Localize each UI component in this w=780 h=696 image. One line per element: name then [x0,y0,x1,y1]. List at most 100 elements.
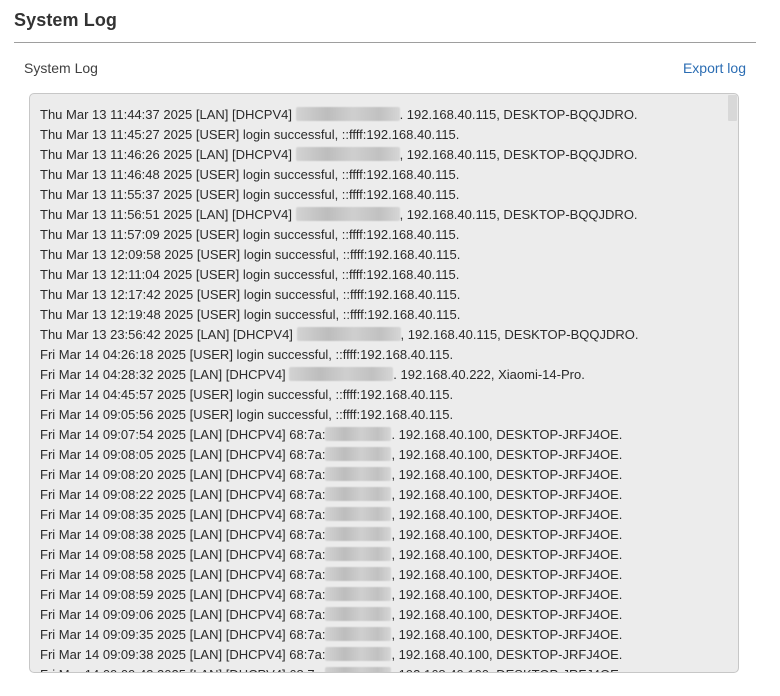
log-line-suffix: , 192.168.40.115, DESKTOP-BQQJDRO. [399,207,638,222]
log-line-text: Fri Mar 14 09:08:20 2025 [LAN] [DHCPV4] … [40,467,326,482]
log-line-text: Thu Mar 13 23:56:42 2025 [LAN] [DHCPV4] [40,327,297,342]
redacted-mac-address [325,507,392,521]
log-line-text: Fri Mar 14 09:09:35 2025 [LAN] [DHCPV4] … [40,627,326,642]
log-line: Thu Mar 13 11:45:27 2025 [USER] login su… [40,125,724,145]
log-line: Thu Mar 13 11:57:09 2025 [USER] login su… [40,225,724,245]
system-log-textarea[interactable]: Thu Mar 13 11:44:37 2025 [LAN] [DHCPV4] … [29,93,739,673]
log-line: Fri Mar 14 09:09:38 2025 [LAN] [DHCPV4] … [40,645,724,665]
log-line: Thu Mar 13 23:56:42 2025 [LAN] [DHCPV4] … [40,325,724,345]
log-line-text: Fri Mar 14 04:45:57 2025 [USER] login su… [40,387,454,402]
log-line: Thu Mar 13 12:17:42 2025 [USER] login su… [40,285,724,305]
log-line-text: Fri Mar 14 09:09:38 2025 [LAN] [DHCPV4] … [40,647,326,662]
log-scrollbar[interactable] [726,94,738,672]
log-line-text: Fri Mar 14 09:05:56 2025 [USER] login su… [40,407,454,422]
log-line-text: Thu Mar 13 12:09:58 2025 [USER] login su… [40,247,461,262]
redacted-mac-address [295,147,400,161]
log-line: Thu Mar 13 11:46:26 2025 [LAN] [DHCPV4] … [40,145,724,165]
log-line-suffix: , 192.168.40.100, DESKTOP-JRFJ4OE. [391,667,622,672]
log-line-text: Fri Mar 14 09:08:35 2025 [LAN] [DHCPV4] … [40,507,326,522]
redacted-mac-address [325,667,392,672]
log-line: Fri Mar 14 09:07:54 2025 [LAN] [DHCPV4] … [40,425,724,445]
log-line: Fri Mar 14 09:08:58 2025 [LAN] [DHCPV4] … [40,545,724,565]
log-line: Thu Mar 13 11:44:37 2025 [LAN] [DHCPV4] … [40,105,724,125]
log-line: Fri Mar 14 09:05:56 2025 [USER] login su… [40,405,724,425]
log-line-text: Thu Mar 13 11:46:26 2025 [LAN] [DHCPV4] [40,147,296,162]
log-lines: Thu Mar 13 11:44:37 2025 [LAN] [DHCPV4] … [40,105,724,672]
log-line: Fri Mar 14 09:08:38 2025 [LAN] [DHCPV4] … [40,525,724,545]
log-line: Fri Mar 14 04:26:18 2025 [USER] login su… [40,345,724,365]
page-title: System Log [14,10,118,30]
redacted-mac-address [325,607,392,621]
log-line-text: Thu Mar 13 11:45:27 2025 [USER] login su… [40,127,460,142]
log-line-text: Fri Mar 14 09:08:22 2025 [LAN] [DHCPV4] … [40,487,326,502]
log-line: Fri Mar 14 09:09:35 2025 [LAN] [DHCPV4] … [40,625,724,645]
redacted-mac-address [325,427,392,441]
log-line-text: Fri Mar 14 09:08:58 2025 [LAN] [DHCPV4] … [40,567,326,582]
log-line-text: Thu Mar 13 11:44:37 2025 [LAN] [DHCPV4] [40,107,296,122]
log-line: Fri Mar 14 09:08:22 2025 [LAN] [DHCPV4] … [40,485,724,505]
log-line: Fri Mar 14 04:28:32 2025 [LAN] [DHCPV4] … [40,365,724,385]
log-line: Fri Mar 14 09:08:05 2025 [LAN] [DHCPV4] … [40,445,724,465]
log-line-text: Fri Mar 14 09:08:05 2025 [LAN] [DHCPV4] … [40,447,326,462]
log-line: Fri Mar 14 04:45:57 2025 [USER] login su… [40,385,724,405]
log-line-text: Fri Mar 14 09:09:43 2025 [LAN] [DHCPV4] … [40,667,325,672]
log-line-text: Thu Mar 13 12:17:42 2025 [USER] login su… [40,287,461,302]
log-line-text: Fri Mar 14 09:08:58 2025 [LAN] [DHCPV4] … [40,547,326,562]
redacted-mac-address [325,587,392,601]
log-line-suffix: , 192.168.40.115, DESKTOP-BQQJDRO. [400,327,639,342]
redacted-mac-address [295,107,400,121]
log-line: Thu Mar 13 11:55:37 2025 [USER] login su… [40,185,724,205]
redacted-mac-address [325,547,392,561]
log-line-text: Fri Mar 14 09:08:59 2025 [LAN] [DHCPV4] … [40,587,326,602]
log-line: Fri Mar 14 09:09:06 2025 [LAN] [DHCPV4] … [40,605,724,625]
log-line-suffix: , 192.168.40.100, DESKTOP-JRFJ4OE. [391,467,623,482]
log-line: Fri Mar 14 09:08:58 2025 [LAN] [DHCPV4] … [40,565,724,585]
redacted-mac-address [295,207,400,221]
redacted-mac-address [289,367,394,381]
log-line-suffix: , 192.168.40.100, DESKTOP-JRFJ4OE. [391,587,623,602]
log-line-text: Thu Mar 13 12:11:04 2025 [USER] login su… [40,267,460,282]
log-line-suffix: , 192.168.40.100, DESKTOP-JRFJ4OE. [391,647,623,662]
log-line-text: Thu Mar 13 11:56:51 2025 [LAN] [DHCPV4] [40,207,296,222]
log-line-suffix: , 192.168.40.100, DESKTOP-JRFJ4OE. [391,567,623,582]
log-line-suffix: . 192.168.40.222, Xiaomi-14-Pro. [393,367,585,382]
log-line-text: Thu Mar 13 11:46:48 2025 [USER] login su… [40,167,460,182]
log-line: Thu Mar 13 12:09:58 2025 [USER] login su… [40,245,724,265]
log-line: Fri Mar 14 09:08:35 2025 [LAN] [DHCPV4] … [40,505,724,525]
log-line-suffix: , 192.168.40.100, DESKTOP-JRFJ4OE. [391,627,623,642]
redacted-mac-address [325,487,392,501]
log-line-suffix: , 192.168.40.100, DESKTOP-JRFJ4OE. [391,527,623,542]
redacted-mac-address [325,527,392,541]
log-line-text: Thu Mar 13 12:19:48 2025 [USER] login su… [40,307,461,322]
log-line: Thu Mar 13 12:19:48 2025 [USER] login su… [40,305,724,325]
log-line-suffix: , 192.168.40.100, DESKTOP-JRFJ4OE. [391,487,623,502]
log-line-suffix: , 192.168.40.100, DESKTOP-JRFJ4OE. [391,507,623,522]
log-line-suffix: . 192.168.40.100, DESKTOP-JRFJ4OE. [391,427,623,442]
redacted-mac-address [325,467,392,481]
log-line-suffix: , 192.168.40.100, DESKTOP-JRFJ4OE. [391,447,623,462]
redacted-mac-address [325,447,392,461]
log-scroll-thumb[interactable] [728,95,737,121]
log-line: Fri Mar 14 09:08:59 2025 [LAN] [DHCPV4] … [40,585,724,605]
log-line: Thu Mar 13 11:56:51 2025 [LAN] [DHCPV4] … [40,205,724,225]
export-log-link[interactable]: Export log [683,60,746,76]
log-line-text: Thu Mar 13 11:57:09 2025 [USER] login su… [40,227,460,242]
log-line-suffix: , 192.168.40.100, DESKTOP-JRFJ4OE. [391,547,623,562]
log-line: Thu Mar 13 12:11:04 2025 [USER] login su… [40,265,724,285]
log-line-text: Fri Mar 14 09:08:38 2025 [LAN] [DHCPV4] … [40,527,326,542]
redacted-mac-address [296,327,401,341]
section-label: System Log [24,60,98,76]
log-line-suffix: , 192.168.40.100, DESKTOP-JRFJ4OE. [391,607,623,622]
log-line-suffix: . 192.168.40.115, DESKTOP-BQQJDRO. [399,107,638,122]
redacted-mac-address [325,647,392,661]
log-line: Fri Mar 14 09:08:20 2025 [LAN] [DHCPV4] … [40,465,724,485]
redacted-mac-address [325,627,392,641]
redacted-mac-address [325,567,392,581]
log-line-text: Fri Mar 14 09:09:06 2025 [LAN] [DHCPV4] … [40,607,326,622]
log-line-text: Fri Mar 14 04:28:32 2025 [LAN] [DHCPV4] [40,367,290,382]
title-divider [14,42,756,43]
log-line: Thu Mar 13 11:46:48 2025 [USER] login su… [40,165,724,185]
log-line-suffix: , 192.168.40.115, DESKTOP-BQQJDRO. [399,147,638,162]
log-line-text: Fri Mar 14 09:07:54 2025 [LAN] [DHCPV4] … [40,427,326,442]
log-line: Fri Mar 14 09:09:43 2025 [LAN] [DHCPV4] … [40,665,724,672]
